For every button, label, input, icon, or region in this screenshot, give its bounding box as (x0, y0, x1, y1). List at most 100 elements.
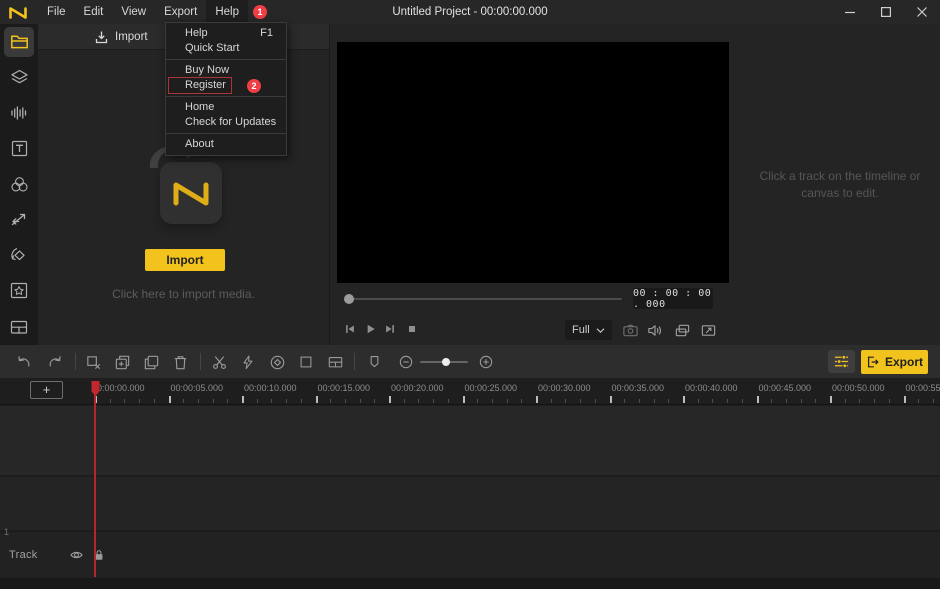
menu-export[interactable]: Export (155, 0, 206, 24)
dual-screen-button[interactable] (673, 321, 691, 339)
auto-split-button[interactable] (234, 352, 262, 372)
help-dropdown-menu: Help F1 Quick Start Buy Now Register 2 H… (165, 22, 287, 156)
help-menu-item-quick-start[interactable]: Quick Start (166, 41, 286, 56)
crop-button[interactable] (292, 352, 320, 372)
preview-size-value: Full (572, 324, 590, 336)
export-button[interactable]: Export (861, 350, 928, 374)
help-menu-item-help[interactable]: Help F1 (166, 26, 286, 41)
sidebar-item-transitions[interactable] (0, 202, 38, 238)
deselect-button[interactable] (79, 352, 107, 372)
left-sidebar (0, 24, 38, 345)
duplicate-button[interactable] (137, 352, 165, 372)
playhead-flag[interactable] (91, 381, 100, 397)
seek-handle[interactable] (344, 294, 354, 304)
ruler-tick (213, 399, 214, 403)
menu-help[interactable]: Help (206, 0, 248, 24)
timeline-zoom-slider[interactable] (420, 361, 468, 363)
ruler-tick (757, 396, 759, 403)
menu-edit[interactable]: Edit (75, 0, 113, 24)
sidebar-item-elements[interactable] (0, 60, 38, 96)
zoom-slider-handle[interactable] (442, 358, 450, 366)
snapshot-button[interactable] (621, 321, 639, 339)
timeline-track-row[interactable] (0, 531, 940, 578)
maximize-button[interactable] (868, 0, 904, 24)
ruler-label: 00:00:35.000 (612, 383, 665, 393)
ruler-tick (683, 396, 685, 403)
ruler-tick (918, 399, 919, 403)
cut-button[interactable] (205, 352, 233, 372)
delete-button[interactable] (166, 352, 194, 372)
register-highlight-outline (168, 77, 232, 94)
seek-track[interactable] (352, 298, 622, 300)
ruler-tick (889, 399, 890, 403)
sidebar-item-effects[interactable] (0, 273, 38, 309)
help-menu-item-buy-now[interactable]: Buy Now (166, 63, 286, 78)
help-menu-item-register[interactable]: Register 2 (166, 78, 286, 93)
split-screen-button[interactable] (321, 352, 349, 372)
add-copy-button[interactable] (108, 352, 136, 372)
titlebar: File Edit View Export Help 1 Untitled Pr… (0, 0, 940, 24)
import-button[interactable]: Import (145, 249, 225, 271)
video-canvas[interactable] (337, 42, 729, 283)
sidebar-item-animation[interactable] (0, 238, 38, 274)
close-button[interactable] (904, 0, 940, 24)
preview-size-select[interactable]: Full (565, 320, 612, 340)
ruler-tick (477, 399, 478, 403)
previous-frame-button[interactable] (340, 320, 360, 338)
transport-controls (330, 316, 730, 342)
preview-panel: Click a track on the timeline or canvas … (330, 24, 940, 345)
tab-import[interactable]: Import (94, 29, 148, 45)
ruler-tick (257, 399, 258, 403)
timeline-row-middle[interactable] (0, 476, 940, 530)
track-label: Track (9, 549, 38, 561)
fullscreen-button[interactable] (699, 321, 717, 339)
ruler-tick (404, 399, 405, 403)
menu-view[interactable]: View (112, 0, 155, 24)
zoom-out-button[interactable] (392, 352, 420, 372)
ruler-tick (624, 399, 625, 403)
minimize-button[interactable] (832, 0, 868, 24)
timeline: 0:00:00.00000:00:05.00000:00:10.00000:00… (0, 378, 940, 589)
ruler-tick (198, 399, 199, 403)
ruler-tick (727, 399, 728, 403)
play-button[interactable] (360, 320, 380, 338)
keyframe-button[interactable] (263, 352, 291, 372)
zoom-in-button[interactable] (472, 352, 500, 372)
sidebar-item-filters[interactable] (0, 166, 38, 202)
add-track-button[interactable]: + (30, 381, 63, 399)
help-menu-item-check-updates[interactable]: Check for Updates (166, 115, 286, 130)
ruler-label: 00:00:50.000 (832, 383, 885, 393)
ruler-tick (698, 399, 699, 403)
ruler-label: 00:00:40.000 (685, 383, 738, 393)
help-menu-item-about[interactable]: About (166, 137, 286, 152)
undo-button[interactable] (9, 352, 37, 372)
edit-toolbar: Export (0, 345, 940, 378)
sidebar-item-text[interactable] (0, 131, 38, 167)
sidebar-item-audio[interactable] (0, 95, 38, 131)
next-frame-button[interactable] (380, 320, 400, 338)
ruler-tick (742, 399, 743, 403)
sidebar-item-split-screen[interactable] (0, 309, 38, 345)
stop-button[interactable] (402, 320, 422, 338)
toolbar-separator (75, 353, 76, 370)
track-settings-button[interactable] (828, 350, 855, 373)
ruler-tick (271, 399, 272, 403)
timeline-ruler[interactable]: 0:00:00.00000:00:05.00000:00:10.00000:00… (0, 378, 940, 405)
marker-button[interactable] (360, 352, 388, 372)
ruler-label: 00:00:45.000 (759, 383, 812, 393)
volume-button[interactable] (646, 321, 664, 339)
ruler-label: 00:00:25.000 (465, 383, 518, 393)
ruler-tick (536, 396, 538, 403)
playhead-line[interactable] (94, 381, 96, 577)
sidebar-item-media[interactable] (0, 24, 38, 60)
redo-button[interactable] (41, 352, 69, 372)
ruler-tick (389, 396, 391, 403)
toolbar-separator (354, 353, 355, 370)
track-visibility-eye-icon[interactable] (69, 548, 84, 562)
ruler-tick (286, 399, 287, 403)
help-menu-item-home[interactable]: Home (166, 100, 286, 115)
ruler-label: 00:00:10.000 (244, 383, 297, 393)
menu-file[interactable]: File (38, 0, 75, 24)
ruler-label: 0:00:00.000 (97, 383, 145, 393)
timeline-row-upper[interactable] (0, 406, 940, 475)
